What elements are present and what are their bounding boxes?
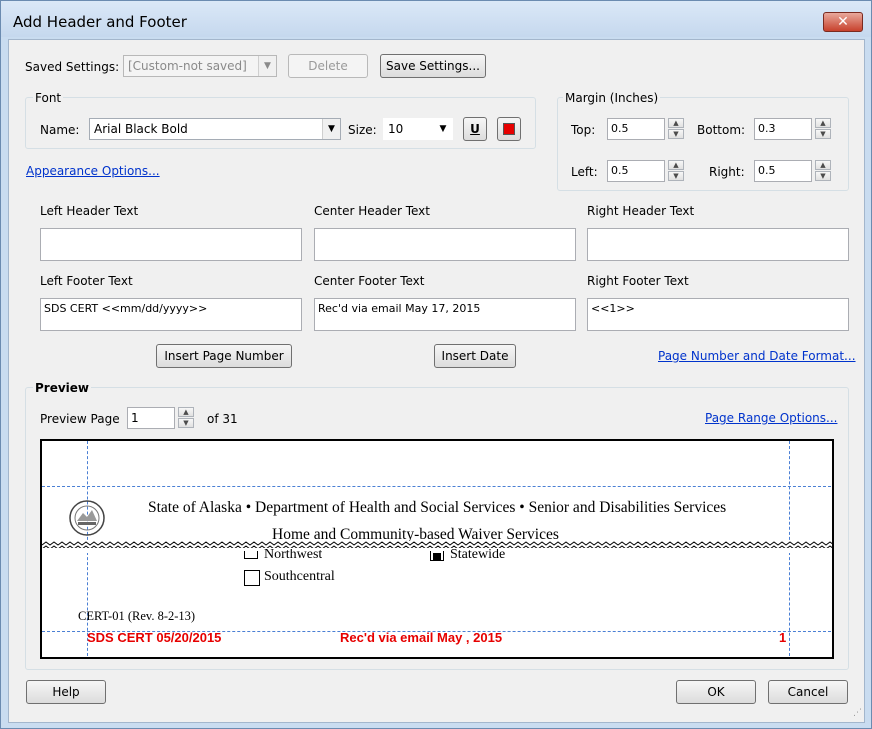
center-header-label: Center Header Text xyxy=(314,204,430,218)
font-size-label: Size: xyxy=(348,123,377,137)
preview-footer-center: Rec'd via email May , 2015 xyxy=(340,630,503,645)
margin-right-input[interactable]: 0.5 xyxy=(754,160,812,182)
close-button[interactable]: ✕ xyxy=(823,12,863,32)
margin-bottom-label: Bottom: xyxy=(697,123,746,137)
form-id-text: CERT-01 (Rev. 8-2-13) xyxy=(78,609,196,623)
up-arrow-icon[interactable]: ▲ xyxy=(668,118,684,128)
preview-canvas: State of Alaska • Department of Health a… xyxy=(40,439,834,659)
font-size-combo[interactable]: 10 ▼ xyxy=(383,118,453,140)
page-count-text: of 31 xyxy=(207,412,238,426)
region-southcentral-label: Southcentral xyxy=(264,569,335,584)
left-footer-label: Left Footer Text xyxy=(40,274,133,288)
up-arrow-icon[interactable]: ▲ xyxy=(178,407,194,417)
down-arrow-icon[interactable]: ▼ xyxy=(668,129,684,139)
resize-grip-icon[interactable]: ⋰ xyxy=(853,708,862,718)
saved-settings-value: [Custom-not saved] xyxy=(128,59,247,73)
margin-top-input[interactable]: 0.5 xyxy=(607,118,665,140)
dialog-client-area: Saved Settings: [Custom-not saved] ▼ Del… xyxy=(8,39,865,723)
statewide-checkbox xyxy=(430,551,444,561)
dialog-title: Add Header and Footer xyxy=(13,13,187,31)
up-arrow-icon[interactable]: ▲ xyxy=(815,118,831,128)
page-number-date-format-link[interactable]: Page Number and Date Format... xyxy=(658,349,856,363)
right-footer-input[interactable]: <<1>> xyxy=(587,298,849,331)
preview-group-label: Preview xyxy=(33,381,92,395)
cancel-button[interactable]: Cancel xyxy=(768,680,848,704)
left-header-input[interactable] xyxy=(40,228,302,261)
right-header-label: Right Header Text xyxy=(587,204,695,218)
page-range-options-link[interactable]: Page Range Options... xyxy=(705,411,837,425)
up-arrow-icon[interactable]: ▲ xyxy=(668,160,684,170)
font-group-label: Font xyxy=(33,91,64,105)
underline-button[interactable]: U xyxy=(463,117,487,141)
down-arrow-icon[interactable]: ▼ xyxy=(668,171,684,181)
margin-top-spinner[interactable]: ▲ ▼ xyxy=(668,118,684,140)
color-swatch xyxy=(503,123,515,135)
saved-settings-label: Saved Settings: xyxy=(25,60,120,74)
appearance-options-link[interactable]: Appearance Options... xyxy=(26,164,160,178)
ok-button[interactable]: OK xyxy=(676,680,756,704)
margin-group-label: Margin (Inches) xyxy=(563,91,661,105)
preview-page-label: Preview Page xyxy=(40,412,120,426)
insert-page-number-button[interactable]: Insert Page Number xyxy=(156,344,292,368)
up-arrow-icon[interactable]: ▲ xyxy=(815,160,831,170)
left-header-label: Left Header Text xyxy=(40,204,139,218)
font-size-value: 10 xyxy=(388,122,404,136)
margin-right-label: Right: xyxy=(709,165,745,179)
title-bar[interactable]: Add Header and Footer ✕ xyxy=(1,1,871,37)
margin-bottom-spinner[interactable]: ▲ ▼ xyxy=(815,118,831,140)
margin-left-input[interactable]: 0.5 xyxy=(607,160,665,182)
margin-bottom-input[interactable]: 0.3 xyxy=(754,118,812,140)
down-arrow-icon[interactable]: ▼ xyxy=(815,171,831,181)
right-header-input[interactable] xyxy=(587,228,849,261)
font-name-value: Arial Black Bold xyxy=(94,122,188,136)
font-color-button[interactable] xyxy=(497,117,521,141)
down-arrow-icon[interactable]: ▼ xyxy=(178,418,194,428)
left-footer-input[interactable]: SDS CERT <<mm/dd/yyyy>> xyxy=(40,298,302,331)
center-header-input[interactable] xyxy=(314,228,576,261)
font-name-combo[interactable]: Arial Black Bold ▼ xyxy=(89,118,341,140)
region-northwest-label: Northwest xyxy=(264,549,323,559)
preview-footer-right: 1 xyxy=(779,630,787,645)
chevron-down-icon: ▼ xyxy=(322,119,340,139)
center-footer-input[interactable]: Rec'd via email May 17, 2015 xyxy=(314,298,576,331)
delete-button[interactable]: Delete xyxy=(288,54,368,78)
save-settings-button[interactable]: Save Settings... xyxy=(380,54,486,78)
margin-top-label: Top: xyxy=(571,123,596,137)
region-statewide-label: Statewide xyxy=(450,549,506,559)
font-name-label: Name: xyxy=(40,123,80,137)
margin-left-label: Left: xyxy=(571,165,598,179)
southcentral-checkbox xyxy=(244,570,260,586)
doc-agency-line: State of Alaska • Department of Health a… xyxy=(148,499,727,516)
right-footer-label: Right Footer Text xyxy=(587,274,689,288)
insert-date-button[interactable]: Insert Date xyxy=(434,344,516,368)
top-margin-guide xyxy=(42,486,832,487)
alaska-seal-icon xyxy=(69,500,105,536)
down-arrow-icon[interactable]: ▼ xyxy=(815,129,831,139)
dialog-window: Add Header and Footer ✕ Saved Settings: … xyxy=(0,0,872,729)
margin-right-spinner[interactable]: ▲ ▼ xyxy=(815,160,831,182)
margin-left-spinner[interactable]: ▲ ▼ xyxy=(668,160,684,182)
preview-footer-left: SDS CERT 05/20/2015 xyxy=(87,630,222,645)
preview-page-input[interactable]: 1 xyxy=(127,407,175,429)
northwest-checkbox xyxy=(244,551,258,559)
help-button[interactable]: Help xyxy=(26,680,106,704)
preview-page-spinner[interactable]: ▲ ▼ xyxy=(178,407,194,429)
chevron-down-icon: ▼ xyxy=(258,56,276,76)
center-footer-label: Center Footer Text xyxy=(314,274,425,288)
saved-settings-combo[interactable]: [Custom-not saved] ▼ xyxy=(123,55,277,77)
chevron-down-icon: ▼ xyxy=(434,119,452,139)
